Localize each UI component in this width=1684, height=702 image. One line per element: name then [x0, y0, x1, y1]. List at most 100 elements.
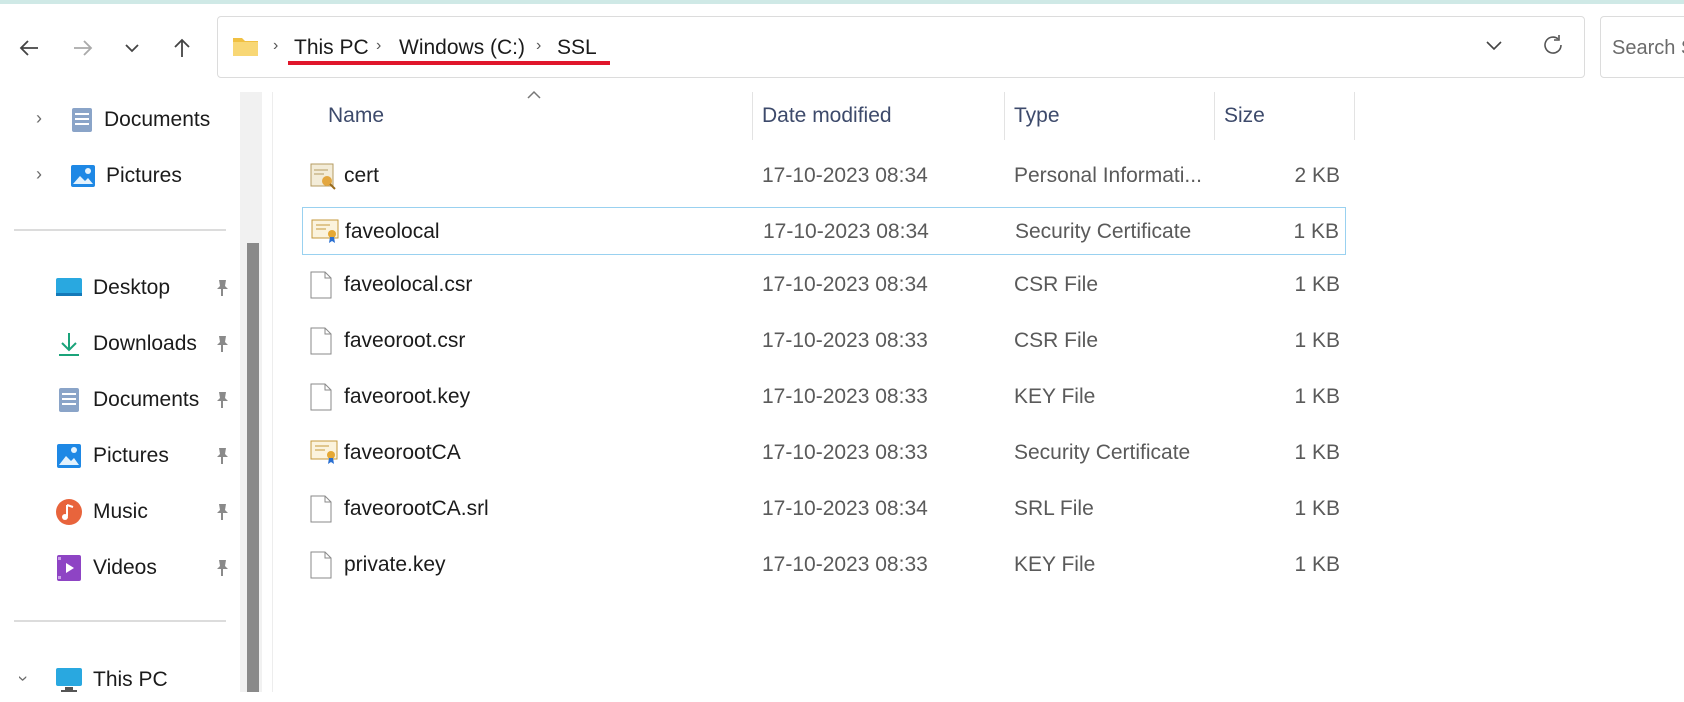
- file-row-faveolocal-csr[interactable]: faveolocal.csr 17-10-2023 08:34 CSR File…: [302, 261, 1346, 309]
- nav-item-label: Videos: [93, 556, 157, 579]
- column-divider[interactable]: [752, 92, 753, 140]
- file-name: faveolocal.csr: [344, 273, 473, 296]
- nav-item-downloads[interactable]: Downloads: [55, 322, 197, 366]
- column-divider[interactable]: [1004, 92, 1005, 140]
- column-header-date[interactable]: Date modified: [762, 104, 892, 128]
- up-button[interactable]: [164, 30, 200, 66]
- column-header-size[interactable]: Size: [1224, 104, 1265, 128]
- file-row-faveoroot-key[interactable]: faveoroot.key 17-10-2023 08:33 KEY File …: [302, 373, 1346, 421]
- file-row-faveorootca[interactable]: faveorootCA 17-10-2023 08:33 Security Ce…: [302, 429, 1346, 477]
- documents-icon: [59, 388, 79, 412]
- desktop-icon: [56, 278, 82, 296]
- collapse-this-pc-chevron-icon[interactable]: ›: [13, 676, 34, 682]
- nav-item-this-pc[interactable]: This PC: [55, 658, 168, 702]
- pin-icon[interactable]: [212, 446, 232, 466]
- nav-item-music[interactable]: Music: [55, 490, 148, 534]
- pfx-icon: [310, 163, 336, 190]
- file-type: Personal Informati...: [1014, 164, 1202, 187]
- breadcrumb-separator: ›: [376, 37, 382, 54]
- breadcrumb-annotation-underline: [288, 61, 610, 65]
- search-box[interactable]: Search S: [1600, 16, 1684, 78]
- nav-scrollbar-thumb[interactable]: [247, 243, 259, 692]
- file-size: 1 KB: [1294, 385, 1340, 408]
- file-date: 17-10-2023 08:34: [762, 164, 928, 187]
- nav-item-videos[interactable]: Videos: [55, 546, 157, 590]
- file-name: faveoroot.key: [344, 385, 471, 408]
- certificate-icon: [311, 219, 339, 243]
- column-divider[interactable]: [1214, 92, 1215, 140]
- file-type: SRL File: [1014, 497, 1094, 520]
- pictures-icon: [71, 165, 95, 187]
- nav-item-pictures-pinned[interactable]: Pictures: [55, 434, 169, 478]
- nav-item-label: Pictures: [93, 444, 169, 467]
- nav-divider: [14, 229, 226, 231]
- expand-pictures-chevron-icon[interactable]: ›: [36, 164, 42, 185]
- file-name: private.key: [344, 553, 446, 576]
- file-type: KEY File: [1014, 385, 1096, 408]
- pin-icon[interactable]: [212, 502, 232, 522]
- column-header-type[interactable]: Type: [1014, 104, 1060, 128]
- nav-item-label: Documents: [93, 388, 200, 411]
- chevron-down-icon: [125, 44, 139, 53]
- recent-locations-button[interactable]: [114, 30, 150, 66]
- nav-item-pictures[interactable]: Pictures: [70, 154, 182, 198]
- file-type: KEY File: [1014, 553, 1096, 576]
- file-date: 17-10-2023 08:33: [762, 385, 928, 408]
- file-size: 1 KB: [1294, 273, 1340, 296]
- arrow-left-icon: [19, 40, 38, 56]
- back-button[interactable]: [11, 30, 47, 66]
- address-history-chevron-icon[interactable]: [1484, 35, 1504, 55]
- pin-icon[interactable]: [212, 278, 232, 298]
- file-row-faveorootca-srl[interactable]: faveorootCA.srl 17-10-2023 08:34 SRL Fil…: [302, 485, 1346, 533]
- file-row-faveolocal[interactable]: faveolocal 17-10-2023 08:34 Security Cer…: [302, 207, 1346, 255]
- nav-item-label: Documents: [104, 108, 211, 131]
- file-icon: [310, 383, 332, 411]
- file-row-faveoroot-csr[interactable]: faveoroot.csr 17-10-2023 08:33 CSR File …: [302, 317, 1346, 365]
- column-header-name[interactable]: Name: [328, 104, 384, 128]
- nav-item-label: Downloads: [93, 332, 197, 355]
- address-bar[interactable]: › This PC › Windows (C:) › SSL: [217, 16, 1585, 78]
- file-icon: [310, 495, 332, 523]
- pin-icon[interactable]: [212, 334, 232, 354]
- forward-button[interactable]: [65, 30, 101, 66]
- nav-item-label: Pictures: [106, 164, 182, 187]
- breadcrumb-ssl[interactable]: SSL: [557, 36, 597, 60]
- nav-item-documents-pinned[interactable]: Documents: [55, 378, 199, 422]
- nav-item-documents[interactable]: Documents: [70, 98, 210, 142]
- pictures-icon: [57, 444, 81, 468]
- file-type: CSR File: [1014, 329, 1099, 352]
- nav-item-label: Music: [93, 500, 148, 523]
- file-row-private-key[interactable]: private.key 17-10-2023 08:33 KEY File 1 …: [302, 541, 1346, 589]
- pin-icon[interactable]: [212, 390, 232, 410]
- music-icon: [56, 499, 82, 525]
- file-row-cert[interactable]: cert 17-10-2023 08:34 Personal Informati…: [302, 152, 1346, 200]
- file-type: Security Certificate: [1014, 441, 1191, 464]
- file-type: Security Certificate: [1015, 220, 1192, 243]
- column-divider[interactable]: [1354, 92, 1355, 140]
- file-date: 17-10-2023 08:33: [762, 553, 928, 576]
- nav-item-desktop[interactable]: Desktop: [55, 266, 170, 310]
- arrow-up-icon: [174, 38, 190, 57]
- refresh-icon[interactable]: [1540, 32, 1566, 58]
- pin-icon[interactable]: [212, 558, 232, 578]
- search-input[interactable]: Search S: [1612, 37, 1684, 60]
- file-name: faveorootCA.srl: [344, 497, 489, 520]
- file-size: 1 KB: [1293, 220, 1339, 243]
- file-date: 17-10-2023 08:34: [762, 273, 928, 296]
- file-name: faveoroot.csr: [344, 329, 466, 352]
- file-size: 1 KB: [1294, 441, 1340, 464]
- videos-icon: [57, 555, 81, 581]
- file-icon: [310, 327, 332, 355]
- arrow-right-icon: [74, 40, 93, 56]
- nav-item-label: Desktop: [93, 276, 171, 299]
- nav-item-label: This PC: [93, 668, 168, 691]
- breadcrumb-this-pc[interactable]: This PC: [294, 36, 369, 60]
- file-date: 17-10-2023 08:33: [762, 329, 928, 352]
- expand-documents-chevron-icon[interactable]: ›: [36, 108, 42, 129]
- file-icon: [310, 551, 332, 579]
- documents-icon: [72, 108, 92, 132]
- breadcrumb-windows-c[interactable]: Windows (C:): [399, 36, 525, 60]
- file-name: cert: [344, 164, 380, 187]
- file-type: CSR File: [1014, 273, 1099, 296]
- downloads-icon: [59, 333, 79, 356]
